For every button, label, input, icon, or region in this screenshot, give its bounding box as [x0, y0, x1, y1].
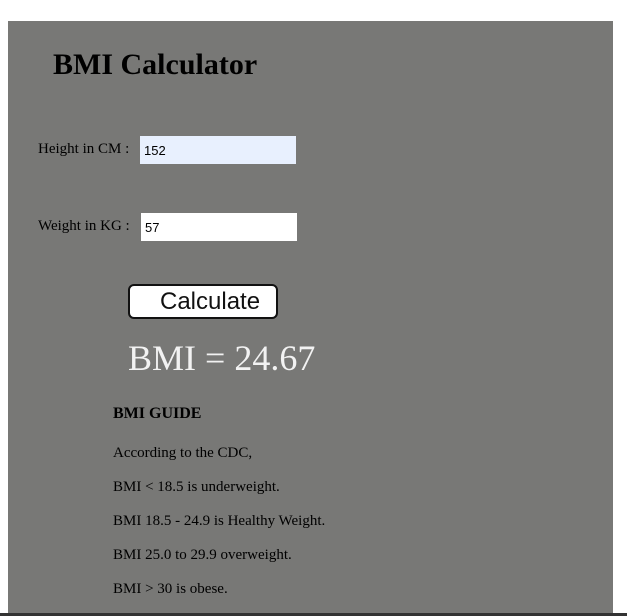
- calculator-panel: BMI Calculator Height in CM : Weight in …: [8, 21, 613, 616]
- guide-line: BMI 18.5 - 24.9 is Healthy Weight.: [113, 513, 326, 529]
- guide-line: BMI 25.0 to 29.9 overweight.: [113, 547, 292, 563]
- guide-line: BMI > 30 is obese.: [113, 581, 228, 597]
- guide-heading: BMI GUIDE: [113, 405, 202, 422]
- height-label: Height in CM :: [38, 141, 130, 157]
- page-title: BMI Calculator: [53, 48, 258, 81]
- calculate-button[interactable]: Calculate: [128, 284, 278, 319]
- guide-line: BMI < 18.5 is underweight.: [113, 479, 280, 495]
- height-input[interactable]: [140, 136, 296, 164]
- weight-input[interactable]: [141, 213, 297, 241]
- guide-line: According to the CDC,: [113, 445, 253, 461]
- bmi-result: BMI = 24.67: [128, 338, 316, 378]
- weight-label: Weight in KG :: [38, 218, 130, 234]
